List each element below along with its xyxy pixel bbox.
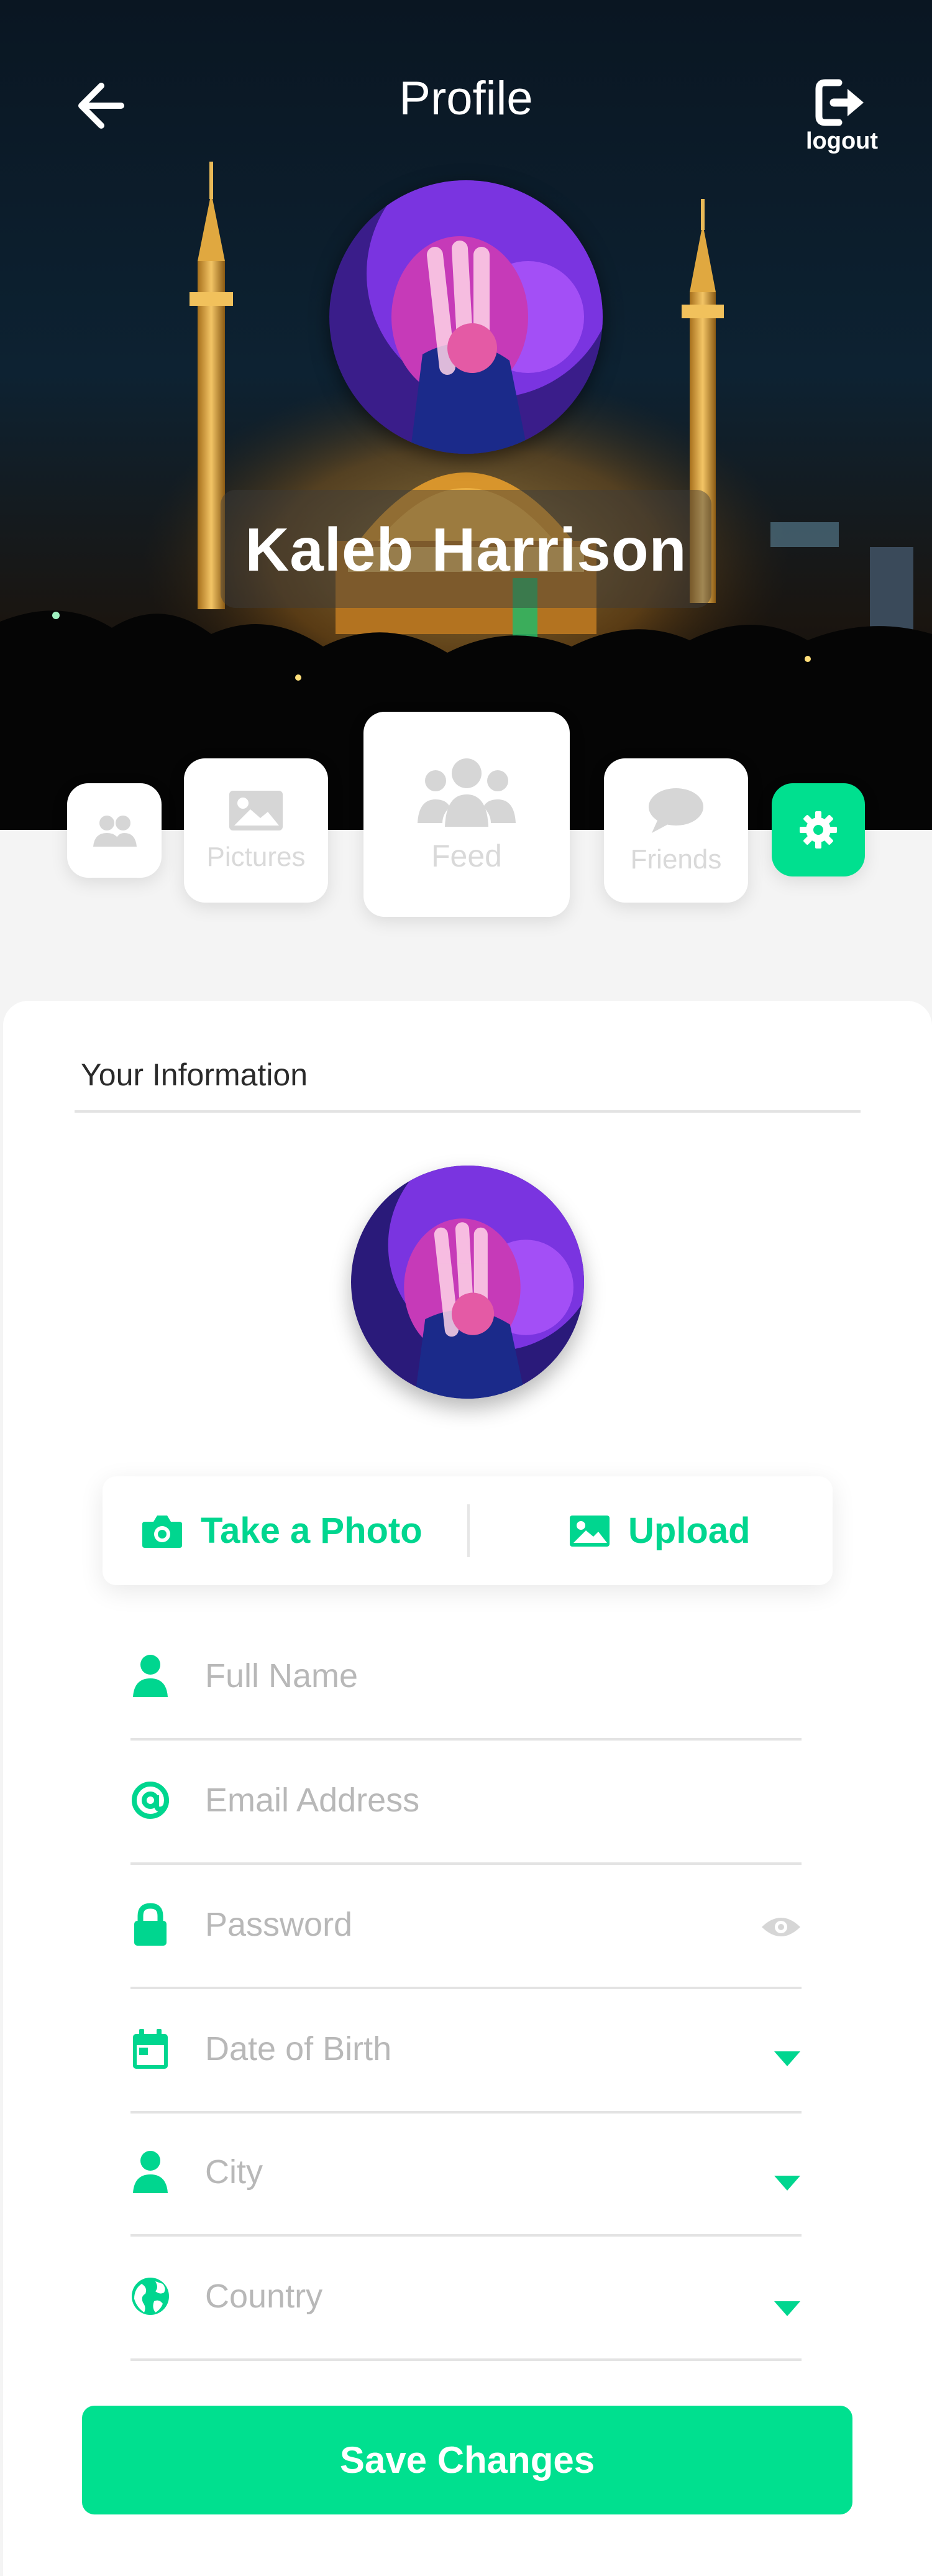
tab-friends-list[interactable] [67,783,162,878]
city-field[interactable] [130,2112,802,2237]
section-title: Your Information [81,1057,308,1092]
user-icon [133,1655,168,1697]
logout-label: logout [805,128,879,154]
take-photo-label: Take a Photo [201,1511,423,1551]
tab-label: Pictures [206,842,306,872]
profile-header: Profile logout Kaleb Harrison [0,0,932,830]
profile-avatar [329,180,603,454]
logout-icon [815,79,864,126]
take-photo-button[interactable]: Take a Photo [141,1476,423,1585]
logout-button[interactable]: logout [795,78,889,155]
full-name-input[interactable] [204,1647,703,1704]
gear-icon [800,811,837,849]
chevron-down-icon[interactable] [773,2050,802,2068]
divider [75,1110,861,1113]
image-icon [570,1515,610,1547]
camera-icon [142,1515,182,1548]
save-changes-button[interactable]: Save Changes [82,2406,852,2514]
tab-pictures[interactable]: Pictures [184,758,328,903]
password-input[interactable] [204,1896,703,1953]
full-name-field [130,1616,802,1741]
lock-icon [134,1903,167,1946]
users-icon [93,816,137,847]
edit-avatar[interactable] [351,1166,584,1399]
user-icon [133,2151,168,2193]
email-field [130,1741,802,1865]
at-icon [132,1782,169,1819]
password-field [130,1865,802,1989]
field-underline [130,2358,802,2361]
email-input[interactable] [204,1772,703,1829]
city-input[interactable] [204,2143,703,2201]
date-of-birth-input[interactable] [204,2020,703,2077]
profile-name: Kaleb Harrison [245,515,687,584]
tab-settings[interactable] [772,783,865,876]
date-of-birth-field[interactable] [130,1989,802,2114]
tab-label: Friends [630,844,722,875]
upload-button[interactable]: Upload [569,1476,751,1585]
upload-label: Upload [628,1511,751,1551]
eye-icon[interactable] [761,1913,802,1941]
globe-icon [132,2278,169,2315]
image-icon [229,791,283,830]
tab-label: Feed [431,839,502,873]
group-icon [418,758,516,827]
tab-feed[interactable]: Feed [363,712,570,917]
calendar-icon [133,2029,168,2069]
country-input[interactable] [204,2268,703,2325]
chat-icon [649,788,703,833]
tab-friends[interactable]: Friends [604,758,748,903]
page-title: Profile [399,72,533,125]
country-field[interactable] [130,2237,802,2361]
divider [467,1504,470,1557]
chevron-down-icon[interactable] [773,2300,802,2317]
chevron-down-icon[interactable] [773,2174,802,2192]
